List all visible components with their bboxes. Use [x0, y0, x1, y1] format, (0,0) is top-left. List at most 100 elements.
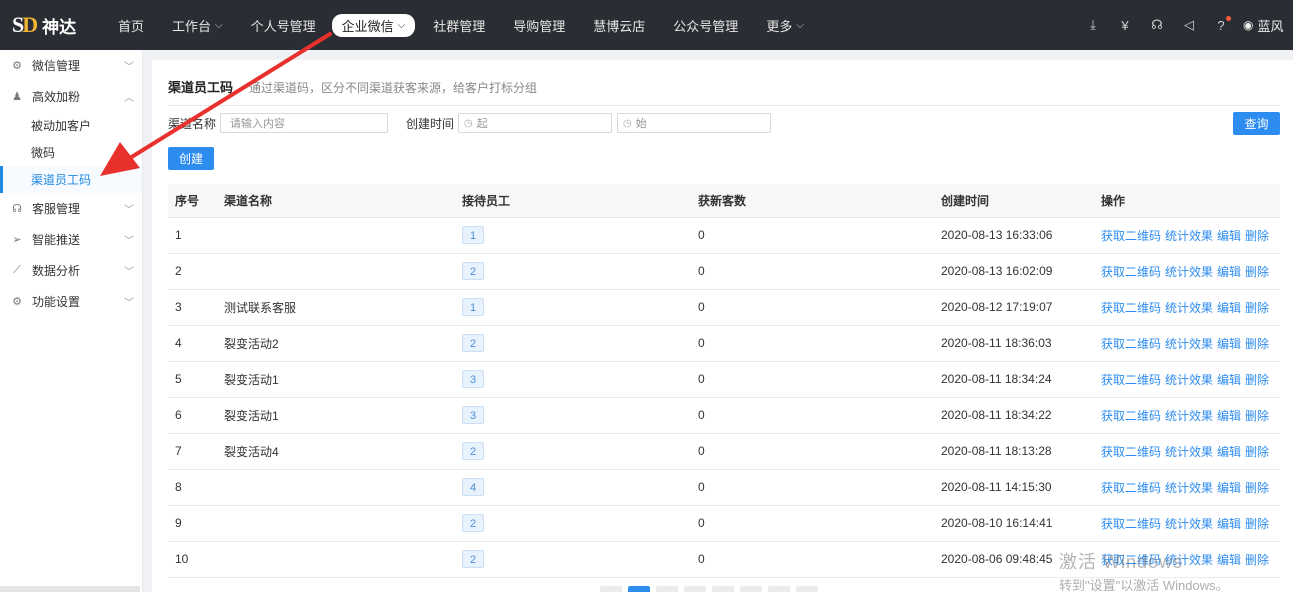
get-qrcode-link[interactable]: 获取二维码 — [1101, 229, 1161, 243]
page-button-current[interactable] — [628, 586, 650, 592]
headset-icon[interactable]: ☊ — [1149, 17, 1165, 33]
nav-item-8[interactable]: 更多 ⌵ — [766, 16, 804, 35]
delete-link[interactable]: 删除 — [1245, 481, 1269, 495]
sidebar-group-1[interactable]: ♟ 高效加粉 ︿ — [0, 81, 142, 112]
column-header: 渠道名称 — [224, 184, 462, 218]
edit-link[interactable]: 编辑 — [1217, 553, 1241, 567]
sidebar-item-1-1[interactable]: 微码 — [0, 139, 142, 166]
get-qrcode-link[interactable]: 获取二维码 — [1101, 337, 1161, 351]
edit-link[interactable]: 编辑 — [1217, 409, 1241, 423]
nav-item-5[interactable]: 导购管理 — [513, 16, 565, 35]
stats-link[interactable]: 统计效果 — [1165, 301, 1213, 315]
sidebar-group-label: 数据分析 — [32, 264, 81, 278]
get-qrcode-link[interactable]: 获取二维码 — [1101, 409, 1161, 423]
stats-link[interactable]: 统计效果 — [1165, 481, 1213, 495]
get-qrcode-link[interactable]: 获取二维码 — [1101, 517, 1161, 531]
speaker-icon[interactable]: ◁ — [1181, 17, 1197, 33]
get-qrcode-link[interactable]: 获取二维码 — [1101, 301, 1161, 315]
column-header: 序号 — [168, 184, 224, 218]
get-qrcode-link[interactable]: 获取二维码 — [1101, 445, 1161, 459]
stats-link[interactable]: 统计效果 — [1165, 229, 1213, 243]
chevron-down-icon: ⌵ — [215, 19, 223, 31]
nav-item-1[interactable]: 工作台 ⌵ — [172, 16, 223, 35]
delete-link[interactable]: 删除 — [1245, 409, 1269, 423]
nav-item-7[interactable]: 公众号管理 — [673, 16, 738, 35]
user-menu[interactable]: ◉ 蓝风 — [1243, 16, 1293, 35]
staff-count-badge[interactable]: 4 — [462, 478, 484, 496]
staff-count-badge[interactable]: 2 — [462, 334, 484, 352]
nav-item-6[interactable]: 慧博云店 — [593, 16, 645, 35]
nav-item-4[interactable]: 社群管理 — [433, 16, 485, 35]
page-button[interactable] — [712, 586, 734, 592]
page-button[interactable] — [684, 586, 706, 592]
edit-link[interactable]: 编辑 — [1217, 481, 1241, 495]
stats-link[interactable]: 统计效果 — [1165, 265, 1213, 279]
sidebar-scrollbar[interactable] — [0, 586, 140, 592]
delete-link[interactable]: 删除 — [1245, 301, 1269, 315]
brand-logo[interactable]: SD 神达 — [12, 12, 108, 38]
sidebar-item-1-0[interactable]: 被动加客户 — [0, 112, 142, 139]
start-date-input[interactable]: ◷ 起 — [458, 113, 613, 133]
staff-count-badge[interactable]: 2 — [462, 442, 484, 460]
clock-icon: ◷ — [464, 117, 473, 129]
delete-link[interactable]: 删除 — [1245, 373, 1269, 387]
delete-link[interactable]: 删除 — [1245, 445, 1269, 459]
sidebar-group-2[interactable]: ☊ 客服管理 ﹀ — [0, 193, 142, 224]
staff-count-badge[interactable]: 1 — [462, 226, 484, 244]
sidebar-group-3[interactable]: ➢ 智能推送 ﹀ — [0, 224, 142, 255]
download-icon[interactable]: ⤓ — [1085, 17, 1101, 33]
edit-link[interactable]: 编辑 — [1217, 301, 1241, 315]
staff-count-badge[interactable]: 3 — [462, 370, 484, 388]
stats-link[interactable]: 统计效果 — [1165, 517, 1213, 531]
delete-link[interactable]: 删除 — [1245, 229, 1269, 243]
stats-link[interactable]: 统计效果 — [1165, 445, 1213, 459]
query-button[interactable]: 查询 — [1233, 112, 1280, 135]
stats-link[interactable]: 统计效果 — [1165, 373, 1213, 387]
staff-count-badge[interactable]: 2 — [462, 550, 484, 568]
get-qrcode-link[interactable]: 获取二维码 — [1101, 373, 1161, 387]
staff-count-badge[interactable]: 2 — [462, 262, 484, 280]
get-qrcode-link[interactable]: 获取二维码 — [1101, 481, 1161, 495]
sidebar-group-0[interactable]: ⚙ 微信管理 ﹀ — [0, 50, 142, 81]
nav-item-0[interactable]: 首页 — [118, 16, 144, 35]
stats-link[interactable]: 统计效果 — [1165, 409, 1213, 423]
edit-link[interactable]: 编辑 — [1217, 265, 1241, 279]
staff-count-badge[interactable]: 1 — [462, 298, 484, 316]
delete-link[interactable]: 删除 — [1245, 517, 1269, 531]
edit-link[interactable]: 编辑 — [1217, 337, 1241, 351]
channel-name-input[interactable]: 请输入内容 — [220, 113, 389, 133]
windows-activation-hint: 转到"设置"以激活 Windows。 — [1059, 578, 1229, 592]
row-channel-name: 测试联系客服 — [224, 289, 462, 326]
get-qrcode-link[interactable]: 获取二维码 — [1101, 265, 1161, 279]
row-staff: 3 — [462, 361, 698, 398]
sidebar-group-4[interactable]: ⟋ 数据分析 ﹀ — [0, 255, 142, 286]
page-button[interactable] — [796, 586, 818, 592]
edit-link[interactable]: 编辑 — [1217, 445, 1241, 459]
create-button[interactable]: 创建 — [168, 147, 214, 170]
edit-link[interactable]: 编辑 — [1217, 517, 1241, 531]
yen-icon[interactable]: ¥ — [1117, 18, 1133, 33]
delete-link[interactable]: 删除 — [1245, 337, 1269, 351]
sidebar-item-1-2[interactable]: 渠道员工码 — [0, 166, 142, 193]
page-button[interactable] — [740, 586, 762, 592]
create-time-label: 创建时间 — [406, 116, 455, 131]
start-date-placeholder: 起 — [476, 118, 488, 130]
delete-link[interactable]: 删除 — [1245, 265, 1269, 279]
page-button[interactable] — [656, 586, 678, 592]
end-date-input[interactable]: ◷ 始 — [617, 113, 772, 133]
nav-item-2[interactable]: 个人号管理 — [251, 16, 316, 35]
staff-count-badge[interactable]: 3 — [462, 406, 484, 424]
row-index: 10 — [168, 541, 224, 578]
page-button[interactable] — [600, 586, 622, 592]
page-button[interactable] — [768, 586, 790, 592]
sidebar-group-5[interactable]: ⚙ 功能设置 ﹀ — [0, 286, 142, 317]
delete-link[interactable]: 删除 — [1245, 553, 1269, 567]
nav-item-3[interactable]: 企业微信 ⌵ — [331, 13, 416, 37]
staff-count-badge[interactable]: 2 — [462, 514, 484, 532]
edit-link[interactable]: 编辑 — [1217, 229, 1241, 243]
stats-link[interactable]: 统计效果 — [1165, 337, 1213, 351]
edit-link[interactable]: 编辑 — [1217, 373, 1241, 387]
help-icon[interactable]: ? — [1213, 15, 1231, 33]
row-new-customers: 0 — [698, 541, 934, 578]
row-staff: 2 — [462, 505, 698, 542]
